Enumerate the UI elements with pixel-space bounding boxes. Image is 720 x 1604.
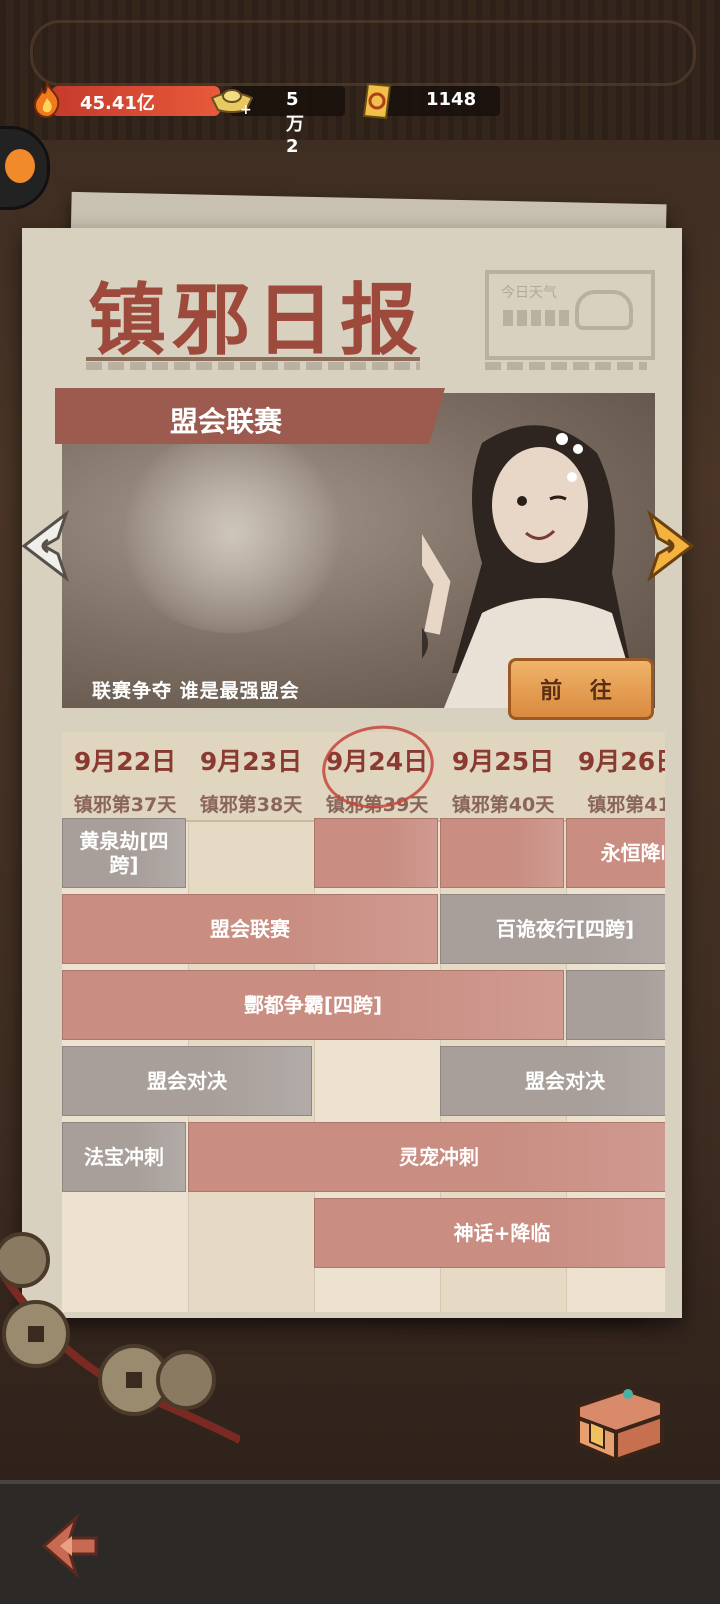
rain-cloud-icon bbox=[575, 290, 633, 330]
title-underline bbox=[86, 357, 420, 361]
newspaper-title: 镇邪日报 bbox=[88, 275, 425, 366]
calendar-date: 9月23日 bbox=[199, 747, 303, 776]
smoke-emblem bbox=[112, 433, 352, 633]
event-label: 黄泉劫[四跨] bbox=[79, 829, 169, 877]
event-label: 酆都争霸[四跨] bbox=[243, 993, 383, 1017]
weather-bars bbox=[503, 310, 573, 326]
event-label: 百诡夜行[四跨] bbox=[495, 917, 635, 941]
calendar-day-count: 镇邪第40天 bbox=[451, 794, 555, 816]
coin-string-decoration bbox=[0, 1232, 240, 1444]
calendar-date: 9月26日 bbox=[577, 747, 665, 776]
calendar-date: 9月22日 bbox=[73, 747, 177, 776]
event-label: 永恒降临 bbox=[600, 841, 665, 865]
flame-icon bbox=[33, 82, 60, 118]
banner-tag-label: 盟会联赛 bbox=[170, 405, 283, 438]
calendar-day-count: 镇邪第41 bbox=[587, 794, 665, 816]
dash-rule bbox=[485, 362, 647, 370]
event-label: 盟会对决 bbox=[525, 1069, 605, 1093]
event-label: 盟会联赛 bbox=[210, 917, 290, 941]
ticket-icon bbox=[362, 82, 392, 120]
ticket-amount: 1148 bbox=[426, 89, 477, 110]
avatar-face bbox=[5, 149, 35, 183]
event-label: 法宝冲刺 bbox=[84, 1145, 164, 1169]
resource-flame[interactable]: 45.41亿 bbox=[30, 82, 220, 118]
event-bar[interactable]: 酆都争霸[四跨] bbox=[62, 970, 564, 1040]
back-button-icon[interactable] bbox=[36, 1510, 116, 1580]
event-bar[interactable]: 盟会对决 bbox=[62, 1046, 312, 1116]
previous-arrow-icon[interactable] bbox=[18, 510, 74, 582]
weather-label: 今日天气 bbox=[501, 285, 557, 301]
ingot-amount: 5万2 bbox=[286, 89, 304, 157]
gold-ingot-icon: + bbox=[210, 89, 254, 116]
event-bar[interactable]: 盟会对决 bbox=[440, 1046, 665, 1116]
event-bar[interactable]: 法宝冲刺 bbox=[62, 1122, 186, 1192]
event-bar[interactable] bbox=[440, 818, 564, 888]
event-bar-shade bbox=[315, 819, 437, 887]
event-calendar: 9月22日 镇邪第37天 9月23日 镇邪第38天 9月24日 镇邪第39天 9月25日 镇邪… bbox=[62, 732, 665, 1312]
dash-rule bbox=[86, 362, 420, 370]
event-bar-shade bbox=[567, 971, 665, 1039]
event-bar[interactable]: 永恒降临 bbox=[566, 818, 665, 888]
treasure-chest-icon[interactable] bbox=[570, 1372, 670, 1464]
event-bar[interactable]: 百诡夜行[四跨] bbox=[440, 894, 665, 964]
event-label: 灵宠冲刺 bbox=[399, 1145, 479, 1169]
next-arrow-icon[interactable] bbox=[642, 510, 698, 582]
carved-ornament bbox=[30, 20, 696, 86]
resource-bar: 45.41亿 + 5万2 1148 bbox=[0, 82, 720, 157]
event-bar[interactable] bbox=[566, 970, 665, 1040]
calendar-day-count: 镇邪第38天 bbox=[199, 794, 303, 816]
event-bar[interactable]: 黄泉劫[四跨] bbox=[62, 818, 186, 888]
event-bar[interactable]: 盟会联赛 bbox=[62, 894, 438, 964]
calendar-date: 9月25日 bbox=[451, 747, 555, 776]
event-label: 神话+降临 bbox=[453, 1221, 551, 1245]
event-bar-shade bbox=[441, 819, 563, 887]
event-bar[interactable]: 灵宠冲刺 bbox=[188, 1122, 665, 1192]
event-bar[interactable]: 神话+降临 bbox=[314, 1198, 665, 1268]
banner-slogan: 联赛争夺 谁是最强盟会 bbox=[92, 680, 300, 702]
event-label: 盟会对决 bbox=[147, 1069, 227, 1093]
svg-text:+: + bbox=[240, 102, 252, 116]
weather-box: 今日天气 bbox=[485, 270, 655, 360]
event-bar[interactable] bbox=[314, 818, 438, 888]
calendar-day-count: 镇邪第37天 bbox=[73, 794, 177, 816]
go-button[interactable]: 前 往 bbox=[508, 658, 654, 720]
flame-amount: 45.41亿 bbox=[80, 93, 155, 114]
